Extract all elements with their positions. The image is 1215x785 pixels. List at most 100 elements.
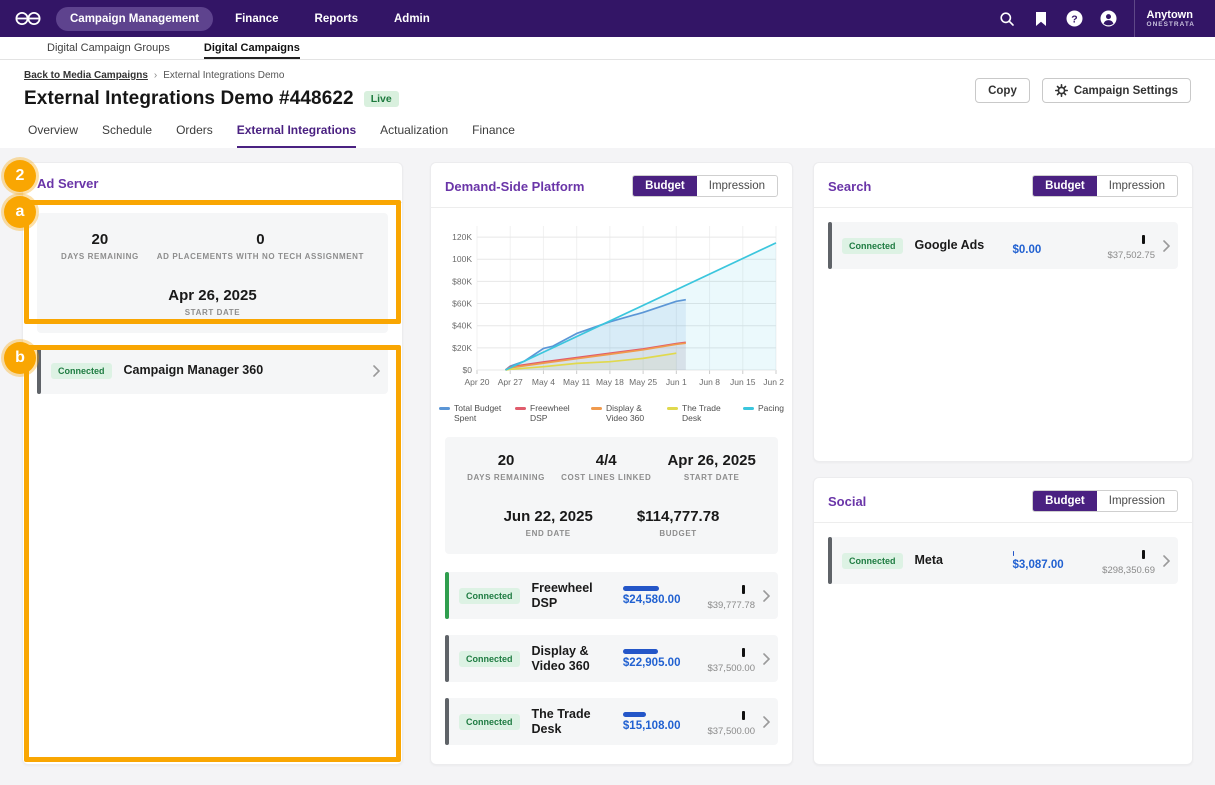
top-navigation: Campaign Management Finance Reports Admin ?… — [0, 0, 1215, 37]
search-title: Search — [828, 179, 871, 194]
dsp-toggle-impression[interactable]: Impression — [697, 176, 777, 196]
integration-name: The Trade Desk — [532, 707, 617, 737]
secondary-navigation: Digital Campaign Groups Digital Campaigns — [0, 37, 1215, 60]
integration-name: Google Ads — [915, 238, 1007, 253]
account-org: ONESTRATA — [1147, 21, 1195, 28]
brand-logo-icon[interactable] — [14, 10, 42, 27]
status-accent-bar — [37, 347, 41, 394]
chevron-right-icon[interactable] — [763, 590, 770, 602]
content-area: Ad Server 20DAYS REMAINING0AD PLACEMENTS… — [0, 148, 1215, 785]
progress-fill — [623, 586, 659, 591]
progress-track — [623, 712, 681, 717]
ad-server-panel: Ad Server 20DAYS REMAINING0AD PLACEMENTS… — [22, 162, 403, 765]
nav-item-campaign-management[interactable]: Campaign Management — [56, 7, 213, 31]
dsp-toggle-budget[interactable]: Budget — [633, 176, 697, 196]
stat-label: BUDGET — [637, 529, 720, 538]
progress-track — [1013, 551, 1075, 556]
nav-item-admin[interactable]: Admin — [380, 7, 444, 31]
stat-label: COST LINES LINKED — [561, 473, 651, 482]
help-icon[interactable]: ? — [1058, 0, 1092, 37]
legend-item-total-budget-spent: Total Budget Spent — [439, 403, 502, 423]
progress-fill — [1013, 551, 1014, 556]
social-budget-impression-toggle: Budget Impression — [1032, 490, 1178, 512]
chevron-right-icon[interactable] — [1163, 555, 1170, 567]
integration-name: Display & Video 360 — [532, 644, 617, 674]
search-toggle-budget[interactable]: Budget — [1033, 176, 1097, 196]
integration-row-google-ads[interactable]: ConnectedGoogle Ads$0.00$37,502.75 — [828, 222, 1178, 269]
stat-value: 20 — [467, 452, 545, 469]
copy-button[interactable]: Copy — [975, 78, 1030, 103]
goal-tick — [1142, 550, 1145, 559]
campaign-tabs: Overview Schedule Orders External Integrati… — [28, 123, 515, 148]
status-accent-bar — [445, 635, 449, 682]
status-badge: Live — [364, 91, 399, 107]
account-switcher[interactable]: Anytown ONESTRATA — [1135, 9, 1201, 28]
svg-text:Jun 1: Jun 1 — [666, 377, 687, 387]
integration-row-display-video-360[interactable]: ConnectedDisplay & Video 360$22,905.00$3… — [445, 635, 778, 682]
progress-fill — [623, 649, 658, 654]
stat-label: DAYS REMAINING — [61, 252, 139, 261]
legend-swatch — [515, 407, 526, 410]
campaign-settings-button[interactable]: Campaign Settings — [1042, 78, 1191, 103]
nav-item-reports[interactable]: Reports — [301, 7, 372, 31]
bookmark-icon[interactable] — [1024, 0, 1058, 37]
stat-value: 0 — [157, 231, 364, 248]
stat-end-date: Jun 22, 2025END DATE — [504, 508, 593, 538]
stat-cost-lines-linked: 4/4COST LINES LINKED — [561, 452, 651, 482]
spent-amount: $15,108.00 — [623, 720, 681, 732]
legend-label: Freewheel DSP — [530, 403, 578, 423]
progress-track — [623, 586, 681, 591]
goal-amount: $298,350.69 — [1079, 565, 1155, 576]
social-toggle-budget[interactable]: Budget — [1033, 491, 1097, 511]
page-title: External Integrations Demo #448622 — [24, 88, 354, 110]
gear-icon — [1055, 84, 1068, 97]
goal-column: $39,777.78 — [684, 581, 755, 611]
goal-amount: $37,500.00 — [684, 726, 755, 737]
spent-amount: $0.00 — [1013, 244, 1075, 256]
legend-item-the-trade-desk: The Trade Desk — [667, 403, 730, 423]
progress-track — [1013, 236, 1075, 241]
legend-label: Pacing — [758, 403, 784, 413]
integration-row-campaign-manager-360[interactable]: ConnectedCampaign Manager 360 — [37, 347, 388, 394]
goal-tick — [742, 711, 745, 720]
search-icon[interactable] — [990, 0, 1024, 37]
svg-text:$60K: $60K — [452, 299, 472, 309]
chevron-right-icon[interactable] — [1163, 240, 1170, 252]
search-toggle-impression[interactable]: Impression — [1097, 176, 1177, 196]
primary-nav-items: Campaign Management Finance Reports Admin — [56, 7, 444, 31]
profile-icon[interactable] — [1092, 0, 1126, 37]
connected-badge: Connected — [51, 363, 112, 379]
goal-tick — [742, 585, 745, 594]
nav-item-finance[interactable]: Finance — [221, 7, 292, 31]
search-panel: Search Budget Impression ConnectedGoogle… — [813, 162, 1193, 462]
subnav-item-digital-campaign-groups[interactable]: Digital Campaign Groups — [47, 37, 170, 59]
tab-schedule[interactable]: Schedule — [102, 123, 152, 148]
integration-row-meta[interactable]: ConnectedMeta$3,087.00$298,350.69 — [828, 537, 1178, 584]
integration-row-freewheel-dsp[interactable]: ConnectedFreewheel DSP$24,580.00$39,777.… — [445, 572, 778, 619]
chevron-right-icon[interactable] — [763, 716, 770, 728]
dsp-title: Demand-Side Platform — [445, 179, 584, 194]
tab-finance[interactable]: Finance — [472, 123, 515, 148]
social-panel: Social Budget Impression ConnectedMeta$3… — [813, 477, 1193, 765]
subnav-item-digital-campaigns[interactable]: Digital Campaigns — [204, 37, 300, 59]
tab-external-integrations[interactable]: External Integrations — [237, 123, 356, 148]
stat-value: Apr 26, 2025 — [168, 287, 256, 304]
ad-server-title: Ad Server — [37, 176, 98, 191]
social-toggle-impression[interactable]: Impression — [1097, 491, 1177, 511]
chevron-right-icon[interactable] — [373, 365, 380, 377]
svg-text:$40K: $40K — [452, 321, 472, 331]
connected-badge: Connected — [459, 714, 520, 730]
breadcrumb-current: External Integrations Demo — [163, 70, 284, 81]
social-title: Social — [828, 494, 866, 509]
breadcrumb-back-link[interactable]: Back to Media Campaigns — [24, 70, 148, 81]
legend-item-display-video-360: Display & Video 360 — [591, 403, 654, 423]
tab-actualization[interactable]: Actualization — [380, 123, 448, 148]
chevron-right-icon[interactable] — [763, 653, 770, 665]
connected-badge: Connected — [842, 553, 903, 569]
chart-legend: Total Budget Spent Freewheel DSP Display &… — [439, 403, 784, 423]
goal-column: $298,350.69 — [1079, 546, 1155, 576]
svg-text:May 25: May 25 — [629, 377, 657, 387]
integration-row-the-trade-desk[interactable]: Connected The Trade Desk $15,108.00$37,500… — [445, 698, 778, 745]
tab-overview[interactable]: Overview — [28, 123, 78, 148]
tab-orders[interactable]: Orders — [176, 123, 213, 148]
